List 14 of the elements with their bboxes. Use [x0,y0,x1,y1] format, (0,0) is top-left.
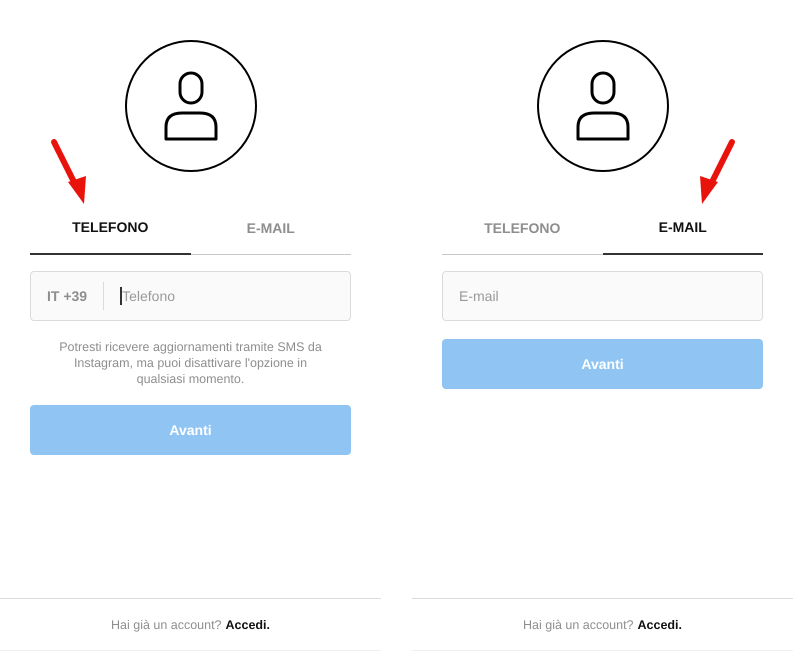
login-link[interactable]: Accedi. [226,618,270,632]
login-prompt: Hai già un account? [523,618,634,632]
country-code[interactable]: IT +39 [47,288,88,304]
tab[interactable]: TELEFONO [442,205,602,255]
tab[interactable]: E-MAIL [602,205,763,255]
email-field[interactable]: E-mail [442,271,763,321]
login-link[interactable]: Accedi. [638,618,682,632]
profile-avatar-icon [124,39,258,173]
login-prompt: Hai già un account? [111,618,222,632]
tab[interactable]: E-MAIL [190,205,351,255]
profile-avatar-icon [536,39,670,173]
phone-field[interactable]: IT +39 Telefono [30,271,351,321]
tab[interactable]: TELEFONO [30,205,190,255]
sms-notice: Potresti ricevere aggiornamenti tramite SMS da Instagram, ma puoi disattivare l'opzione in qualsiasi momento. [58,339,323,387]
